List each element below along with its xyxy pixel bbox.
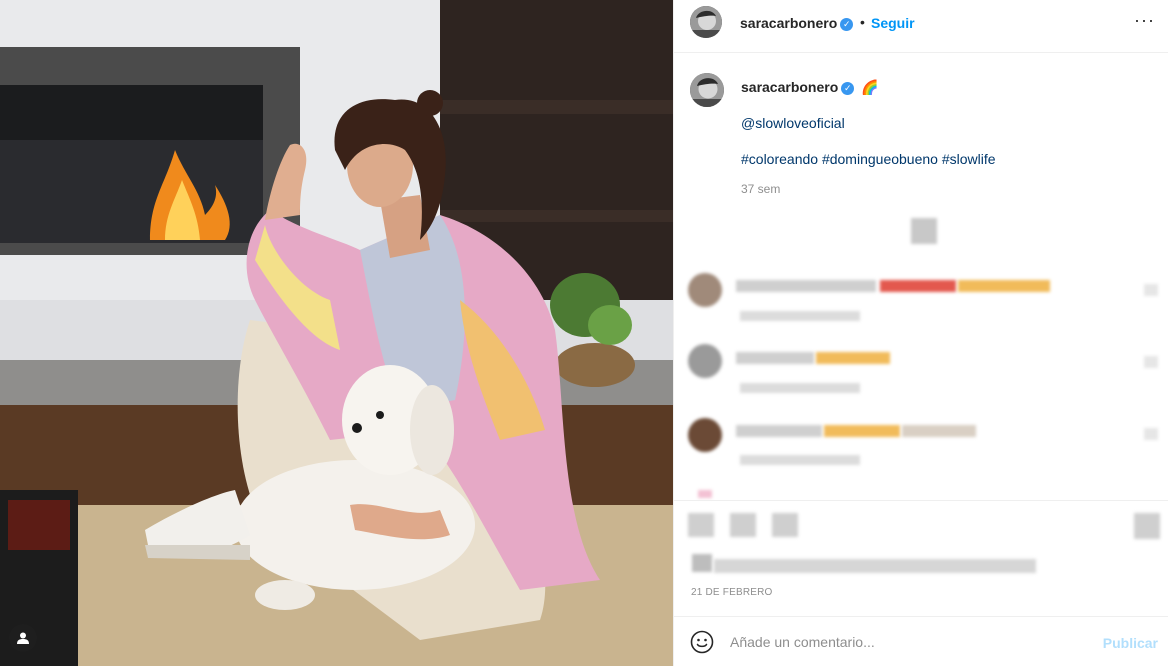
tagged-user-icon[interactable] [9, 624, 37, 652]
caption-timestamp: 37 sem [741, 182, 781, 196]
add-comment-bar: Publicar [674, 616, 1168, 666]
post-photo[interactable] [0, 0, 673, 666]
caption-mention[interactable]: @slowloveoficial [741, 115, 845, 131]
comment-text-censored [736, 425, 822, 437]
follow-button[interactable]: Seguir [871, 15, 915, 31]
caption-hashtags[interactable]: #coloreando #domingueobueno #slowlife [741, 151, 996, 167]
comment-emoji-censored [958, 280, 1050, 292]
comment-emoji-censored [816, 352, 890, 364]
commenter-avatar[interactable] [688, 273, 722, 307]
like-comment-icon[interactable] [1144, 356, 1158, 368]
loading-spinner-icon [911, 218, 937, 244]
author-username[interactable]: saracarbonero ✓ [740, 15, 854, 31]
comment-meta-censored [740, 383, 860, 393]
comment-text-censored [736, 352, 814, 364]
caption-author-avatar[interactable] [690, 73, 724, 107]
post-actions-section [674, 500, 1168, 616]
rainbow-emoji: 🌈 [861, 79, 879, 95]
liked-by-avatar[interactable] [692, 554, 712, 572]
header-separator: • [860, 14, 865, 30]
share-icon[interactable] [772, 513, 798, 537]
commenter-avatar[interactable] [688, 344, 722, 378]
verified-badge-icon: ✓ [840, 18, 854, 31]
like-comment-icon[interactable] [1144, 284, 1158, 296]
publish-button[interactable]: Publicar [1103, 635, 1158, 651]
comment-input[interactable] [730, 632, 1070, 652]
comment-meta-censored [740, 455, 860, 465]
comment-icon[interactable] [730, 513, 756, 537]
post-header: saracarbonero ✓ • Seguir ··· [674, 0, 1168, 53]
comment-emoji-censored [880, 280, 956, 292]
comment-emoji-censored [824, 425, 900, 437]
comment-emoji-censored [902, 425, 976, 437]
like-icon[interactable] [688, 513, 714, 537]
verified-badge-icon: ✓ [841, 82, 855, 95]
emoji-icon[interactable] [690, 630, 714, 654]
save-icon[interactable] [1134, 513, 1160, 539]
liked-by-text-censored[interactable] [714, 559, 1036, 573]
caption-username-text[interactable]: saracarbonero [741, 79, 838, 95]
post-details-panel: saracarbonero ✓ • Seguir ··· saracarboner… [673, 0, 1168, 666]
like-comment-icon[interactable] [1144, 428, 1158, 440]
comment-meta-censored [740, 311, 860, 321]
author-avatar[interactable] [690, 6, 722, 38]
post-date: 21 DE FEBRERO [691, 587, 773, 598]
comment-text-censored [736, 280, 876, 292]
more-options-icon[interactable]: ··· [1134, 10, 1155, 31]
caption-username[interactable]: saracarbonero ✓ 🌈 [741, 79, 879, 96]
comment-item-partial [698, 490, 712, 498]
commenter-avatar[interactable] [688, 418, 722, 452]
author-username-text[interactable]: saracarbonero [740, 15, 837, 31]
post-image [0, 0, 673, 666]
